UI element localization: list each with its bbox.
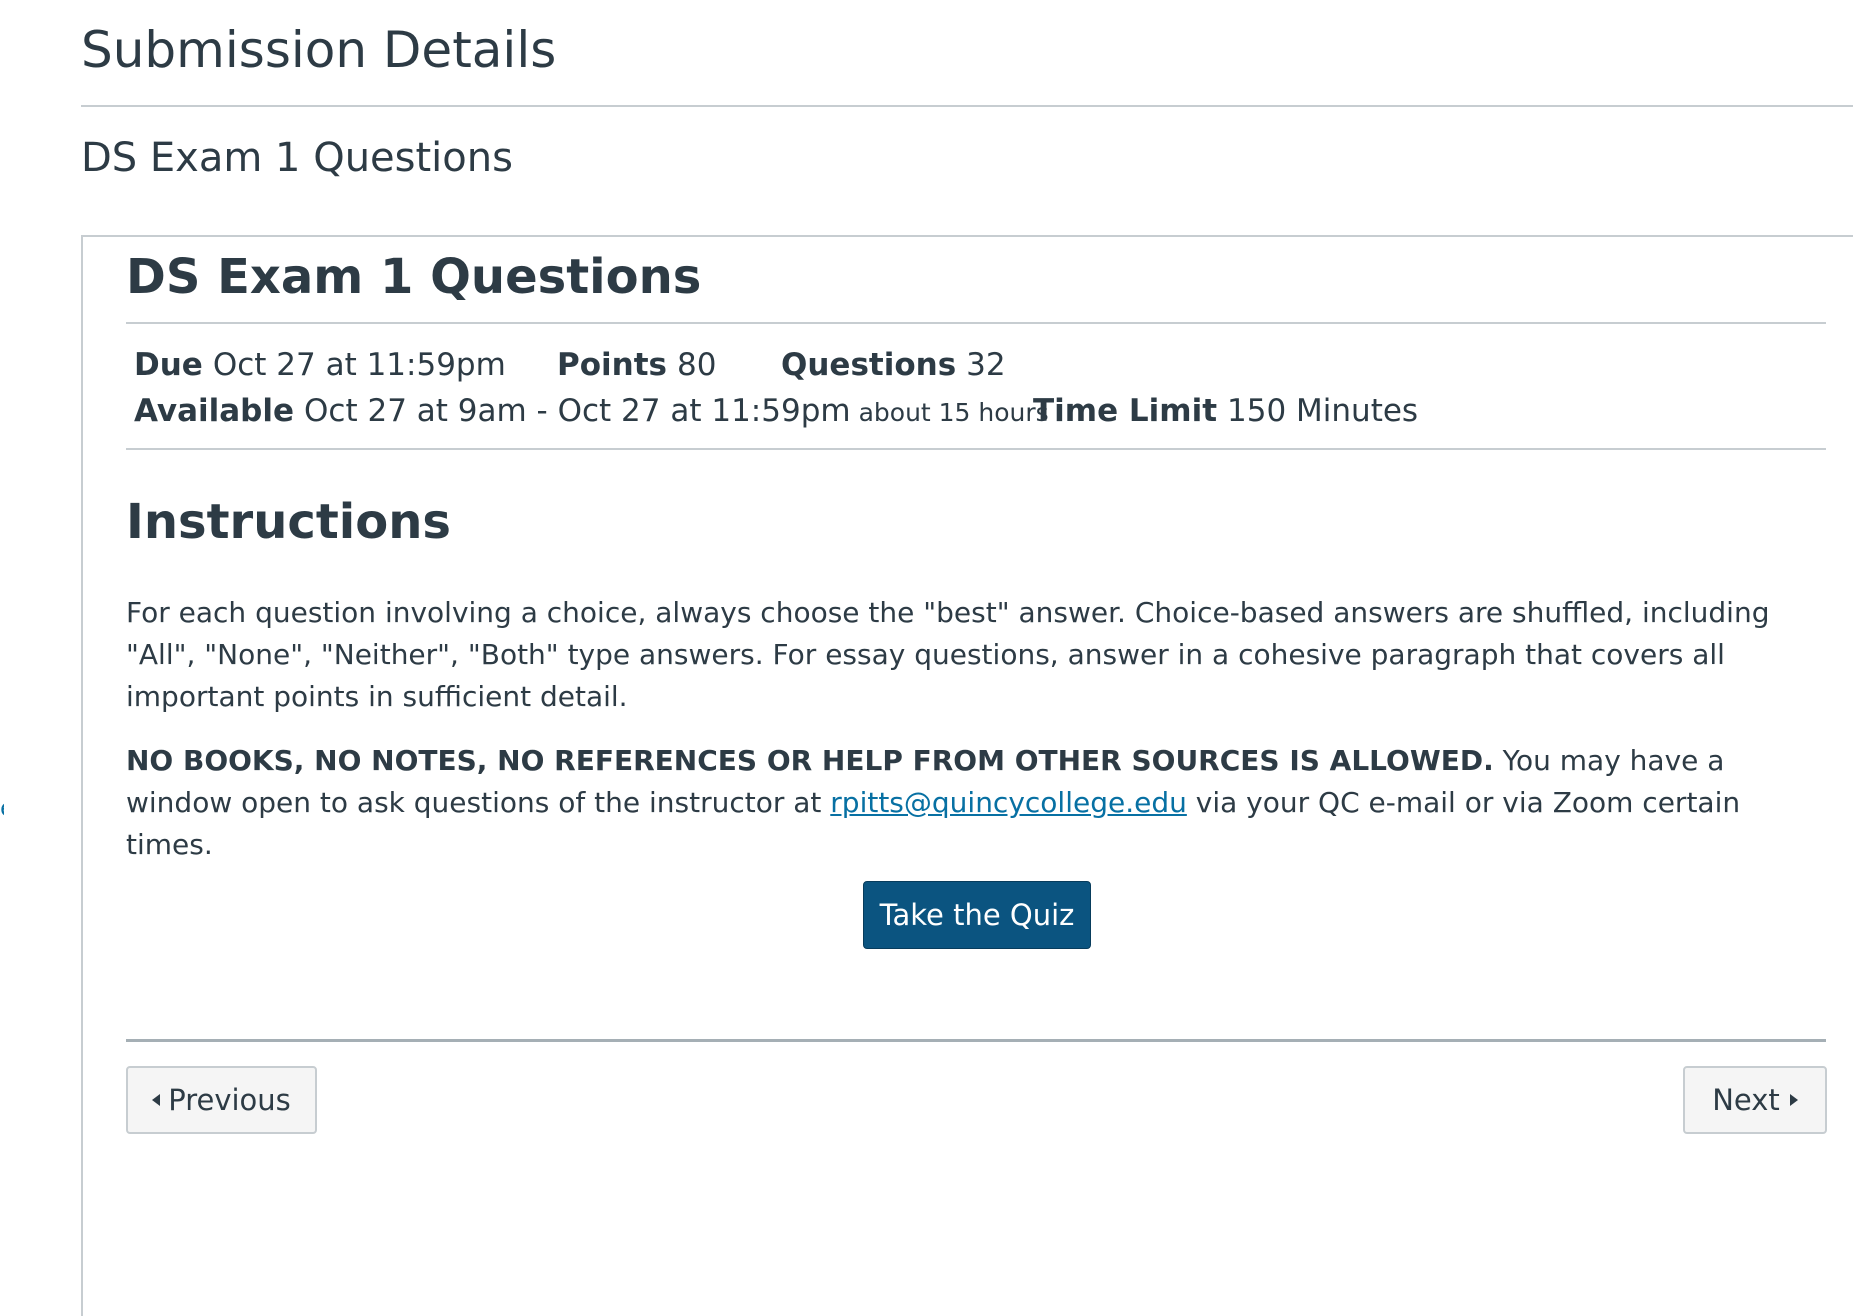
time-limit-value: 150 Minutes — [1227, 393, 1419, 429]
instructions-paragraph: For each question involving a choice, al… — [126, 596, 1770, 713]
points-detail: Points 80 — [557, 343, 716, 387]
questions-value: 32 — [966, 347, 1006, 383]
instructor-email-link[interactable]: rpitts@quincycollege.edu — [830, 786, 1187, 819]
due-detail: Due Oct 27 at 11:59pm — [134, 343, 506, 387]
quiz-details-divider — [126, 448, 1826, 450]
quiz-title: DS Exam 1 Questions — [126, 249, 702, 305]
instructions-heading: Instructions — [126, 494, 451, 550]
available-detail: Available Oct 27 at 9am - Oct 27 at 11:59… — [134, 389, 1049, 435]
caret-right-icon — [1789, 1094, 1798, 1106]
page-title: Submission Details — [81, 21, 557, 79]
next-button[interactable]: Next — [1683, 1066, 1827, 1134]
points-value: 80 — [676, 347, 717, 383]
previous-label: Previous — [168, 1083, 291, 1117]
available-label: Available — [134, 393, 295, 429]
due-value: Oct 27 at 11:59pm — [212, 347, 506, 383]
next-label: Next — [1712, 1083, 1780, 1117]
take-quiz-button[interactable]: Take the Quiz — [863, 881, 1091, 949]
time-limit-detail: Time Limit 150 Minutes — [1033, 389, 1418, 433]
questions-label: Questions — [781, 347, 957, 383]
questions-detail: Questions 32 — [781, 343, 1006, 387]
title-divider — [81, 105, 1853, 107]
quiz-title-divider — [126, 322, 1826, 324]
submission-details-page: Submission Details DS Exam 1 Questions e… — [0, 0, 1853, 1316]
available-duration: about 15 hours — [858, 398, 1049, 427]
instructions-rules-paragraph: NO BOOKS, NO NOTES, NO REFERENCES OR HEL… — [126, 740, 1826, 866]
footer-divider — [126, 1039, 1826, 1042]
no-references-notice: NO BOOKS, NO NOTES, NO REFERENCES OR HEL… — [126, 744, 1494, 777]
previous-button[interactable]: Previous — [126, 1066, 317, 1134]
available-value: Oct 27 at 9am - Oct 27 at 11:59pm — [304, 393, 851, 429]
due-label: Due — [134, 347, 203, 383]
points-label: Points — [557, 347, 667, 383]
time-limit-label: Time Limit — [1033, 393, 1218, 429]
assignment-name: DS Exam 1 Questions — [81, 135, 513, 181]
sidebar-link-fragment[interactable]: e — [0, 794, 4, 824]
caret-left-icon — [152, 1094, 161, 1106]
